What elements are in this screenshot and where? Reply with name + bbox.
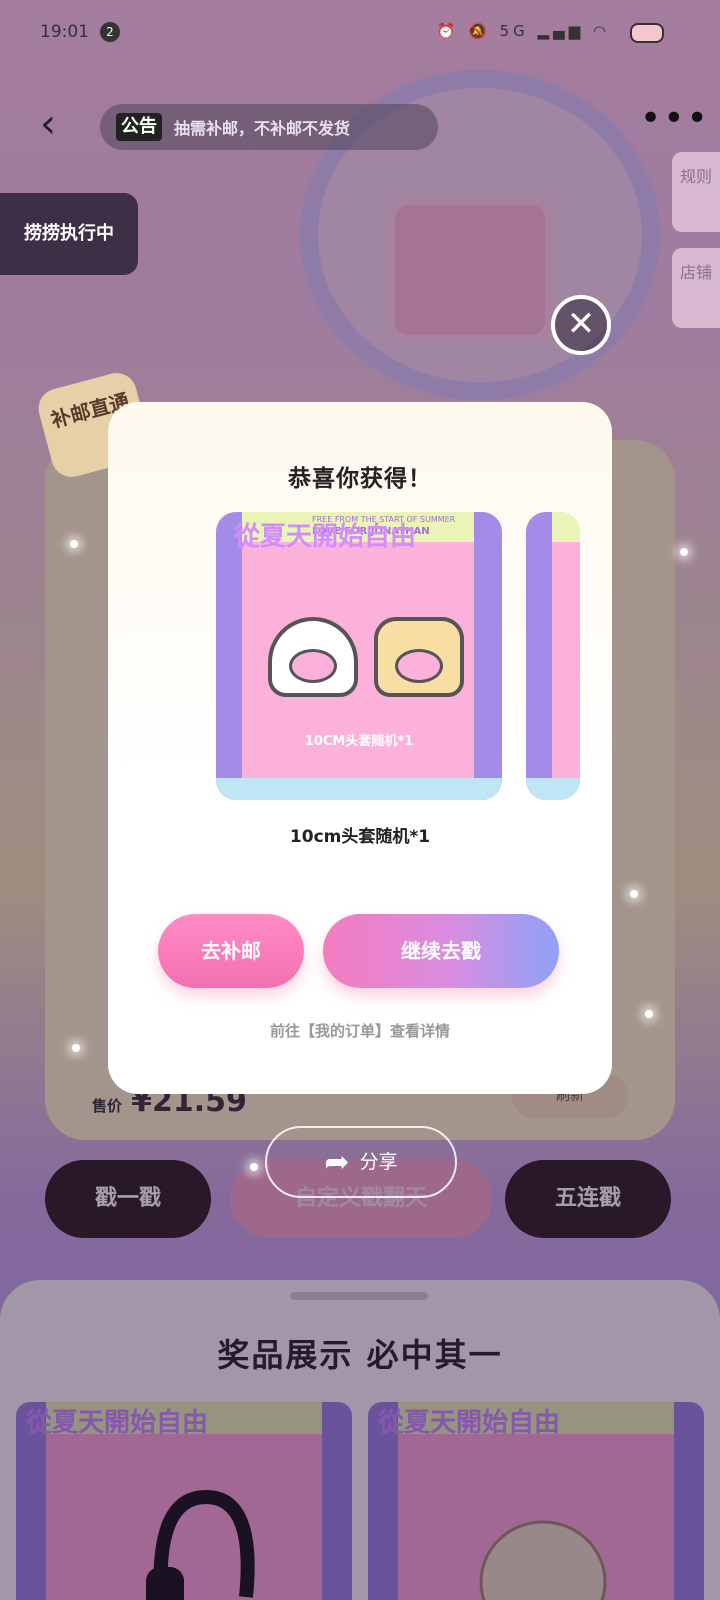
status-bar: 19:01 2 ⏰ 🔕 5G ▂▄▆ ◠ [0, 0, 720, 66]
sparkle-decoration [630, 890, 638, 898]
sparkle-decoration [250, 1163, 258, 1171]
orders-link[interactable]: 前往【我的订单】查看详情 [108, 1020, 612, 1041]
notice-bar[interactable]: 公告 抽需补邮，不补邮不发货 [100, 104, 438, 150]
share-arrow-icon: ➦ [324, 1144, 350, 1180]
reward-card-brand: 從夏天開始自由 [234, 522, 417, 552]
plush-opening [395, 649, 443, 683]
battery-icon [630, 23, 664, 43]
reward-card-left-band [526, 512, 552, 800]
back-chevron-icon[interactable]: ‹ [40, 104, 72, 144]
sparkle-decoration [645, 1010, 653, 1018]
sparkle-decoration [72, 1044, 80, 1052]
status-time: 19:01 [40, 22, 89, 42]
bread-plush-headpiece-image [374, 617, 464, 697]
sparkle-decoration [70, 540, 78, 548]
more-icon[interactable]: ••• [640, 101, 710, 137]
reward-modal: 恭喜你获得！ FREE FROM THE START OF SUMMER LOV… [108, 402, 612, 1094]
reward-name: 10cm头套随机*1 [289, 827, 431, 847]
close-icon[interactable]: ✕ [551, 295, 611, 355]
reship-button[interactable]: 去补邮 [158, 914, 304, 988]
share-button[interactable]: ➦ 分享 [265, 1126, 457, 1198]
share-label: 分享 [359, 1151, 398, 1173]
reward-card-right-band [474, 512, 502, 800]
network-label: 5G [499, 22, 529, 40]
store-tab[interactable]: 店铺 [672, 248, 720, 328]
rules-tab[interactable]: 规则 [672, 152, 720, 232]
signal-icon: ▂▄▆ [537, 22, 585, 40]
continue-poke-button[interactable]: 继续去戳 [323, 914, 559, 988]
reward-card-next[interactable] [526, 512, 580, 800]
reward-card[interactable]: FREE FROM THE START OF SUMMER LOVE FOR J… [216, 512, 502, 800]
notice-text: 抽需补邮，不补邮不发货 [174, 119, 351, 138]
wifi-icon: ◠ [592, 22, 610, 40]
running-status-badge: 捞捞执行中 [0, 193, 138, 275]
notice-tag: 公告 [116, 113, 162, 141]
mute-icon: 🔕 [468, 22, 491, 40]
sparkle-decoration [680, 548, 688, 556]
white-plush-headpiece-image [268, 617, 358, 697]
alarm-icon: ⏰ [436, 22, 460, 40]
reward-card-left-band [216, 512, 242, 800]
plush-opening [289, 649, 337, 683]
modal-title: 恭喜你获得！ [288, 466, 432, 492]
status-icons: ⏰ 🔕 5G ▂▄▆ ◠ [437, 22, 610, 40]
reward-card-bottom-band [526, 778, 580, 800]
notification-count-badge: 2 [100, 22, 120, 42]
reward-card-bottom-band [216, 778, 502, 800]
reward-card-caption: 10CM头套随机*1 [304, 734, 414, 749]
